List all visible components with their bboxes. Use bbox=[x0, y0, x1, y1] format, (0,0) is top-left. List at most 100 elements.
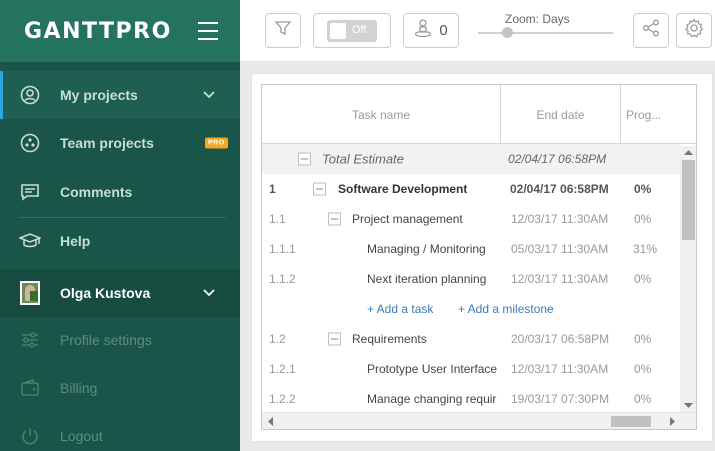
progress: 0% bbox=[634, 182, 652, 196]
add-task-link[interactable]: + Add a task bbox=[367, 302, 433, 316]
table-row[interactable]: 1 Software Development 02/04/17 06:58PM … bbox=[262, 174, 682, 204]
column-header-task-name[interactable]: Task name bbox=[262, 85, 501, 144]
wbs-number: 1.1.2 bbox=[269, 272, 296, 286]
task-name: Prototype User Interface bbox=[367, 362, 498, 376]
toggle-switch[interactable]: Off bbox=[313, 13, 391, 48]
wbs-number: 1.1.1 bbox=[269, 242, 296, 256]
sidebar-item-label: Team projects bbox=[60, 135, 154, 151]
sidebar-item-label: Comments bbox=[60, 184, 133, 200]
wbs-number: 1.1 bbox=[269, 212, 286, 226]
end-date: 12/03/17 11:30AM bbox=[511, 362, 609, 376]
table-row[interactable]: 1.1.1 Managing / Monitoring 05/03/17 11:… bbox=[262, 234, 682, 264]
end-date: 12/03/17 11:30AM bbox=[511, 272, 609, 286]
sidebar-item-user[interactable]: Olga Kustova bbox=[0, 269, 240, 317]
sidebar-item-billing[interactable]: Billing bbox=[0, 364, 240, 412]
sidebar-header: GANTTPRO bbox=[0, 0, 240, 62]
app-logo[interactable]: GANTTPRO bbox=[24, 19, 172, 44]
progress: 0% bbox=[634, 212, 652, 226]
horizontal-scroll-thumb[interactable] bbox=[611, 416, 651, 427]
progress: 0% bbox=[634, 362, 652, 376]
share-icon bbox=[642, 19, 660, 42]
sidebar-item-help[interactable]: Help bbox=[0, 217, 240, 265]
comment-icon bbox=[19, 181, 41, 203]
scroll-down-icon[interactable] bbox=[684, 403, 693, 409]
wbs-number: 1.2.1 bbox=[269, 362, 296, 376]
collapse-icon[interactable] bbox=[328, 212, 341, 226]
sidebar: GANTTPRO My projects Team projects PRO C… bbox=[0, 0, 240, 451]
wbs-number: 1.2 bbox=[269, 332, 286, 346]
toolbar: Off 0 Zoom: Days bbox=[240, 0, 715, 62]
task-name: Next iteration planning bbox=[367, 272, 487, 286]
progress: 0% bbox=[634, 392, 652, 406]
sidebar-item-label: Logout bbox=[60, 428, 103, 444]
power-icon bbox=[19, 425, 41, 447]
table-row[interactable]: 1.1.2 Next iteration planning 12/03/17 1… bbox=[262, 264, 682, 294]
scroll-right-icon[interactable] bbox=[670, 417, 676, 426]
task-name: Total Estimate bbox=[322, 151, 404, 167]
progress: 0% bbox=[634, 332, 652, 346]
people-count: 0 bbox=[439, 22, 448, 39]
toggle-label: Off bbox=[352, 23, 367, 36]
sidebar-item-label: Profile settings bbox=[60, 332, 152, 348]
gear-icon bbox=[684, 18, 704, 43]
zoom-slider-handle[interactable] bbox=[502, 27, 513, 38]
task-grid: Task name End date Prog... Total Estimat… bbox=[261, 84, 697, 430]
sidebar-item-logout[interactable]: Logout bbox=[0, 412, 240, 451]
chevron-down-icon[interactable] bbox=[203, 284, 215, 302]
progress: 31% bbox=[633, 242, 658, 256]
add-row: + Add a task + Add a milestone bbox=[262, 294, 682, 324]
pro-badge: PRO bbox=[205, 137, 228, 149]
toggle-track: Off bbox=[327, 19, 377, 42]
sidebar-item-my-projects[interactable]: My projects bbox=[0, 71, 240, 119]
task-name: Requirements bbox=[352, 332, 427, 346]
task-name: Manage changing requir bbox=[367, 392, 497, 406]
settings-button[interactable] bbox=[676, 13, 712, 48]
toggle-knob bbox=[330, 22, 346, 39]
table-row[interactable]: 1.2.1 Prototype User Interface 12/03/17 … bbox=[262, 354, 682, 384]
vertical-scroll-thumb[interactable] bbox=[682, 160, 695, 240]
end-date: 05/03/17 11:30AM bbox=[511, 242, 609, 256]
sidebar-item-label: My projects bbox=[60, 87, 138, 103]
user-circle-icon bbox=[19, 84, 41, 106]
grid-header: Task name End date Prog... bbox=[262, 85, 696, 144]
zoom-label: Zoom: Days bbox=[505, 12, 570, 26]
collapse-icon[interactable] bbox=[328, 332, 341, 346]
table-row[interactable]: 1.2 Requirements 20/03/17 06:58PM 0% bbox=[262, 324, 682, 354]
end-date: 02/04/17 06:58PM bbox=[508, 152, 607, 166]
column-header-progress[interactable]: Prog... bbox=[621, 85, 696, 144]
sidebar-item-label: Help bbox=[60, 233, 91, 249]
scroll-up-icon[interactable] bbox=[684, 149, 693, 155]
table-row[interactable]: 1.2.2 Manage changing requir 19/03/17 07… bbox=[262, 384, 682, 414]
filter-icon bbox=[274, 20, 292, 41]
graduation-cap-icon bbox=[19, 230, 41, 252]
collapse-icon[interactable] bbox=[313, 182, 326, 196]
sidebar-item-profile-settings[interactable]: Profile settings bbox=[0, 316, 240, 364]
chevron-down-icon[interactable] bbox=[203, 86, 215, 104]
end-date: 02/04/17 06:58PM bbox=[510, 182, 609, 196]
share-button[interactable] bbox=[633, 13, 669, 48]
user-name: Olga Kustova bbox=[60, 285, 151, 301]
filter-button[interactable] bbox=[265, 13, 301, 48]
end-date: 20/03/17 06:58PM bbox=[511, 332, 610, 346]
total-row[interactable]: Total Estimate 02/04/17 06:58PM bbox=[262, 144, 680, 174]
zoom-slider-track[interactable] bbox=[478, 32, 613, 34]
people-button[interactable]: 0 bbox=[403, 13, 459, 48]
vertical-scrollbar[interactable] bbox=[680, 146, 696, 416]
wallet-icon bbox=[19, 377, 41, 399]
column-header-end-date[interactable]: End date bbox=[501, 85, 621, 144]
collapse-icon[interactable] bbox=[298, 152, 311, 166]
person-icon bbox=[414, 18, 432, 43]
sliders-icon bbox=[19, 329, 41, 351]
sidebar-item-team-projects[interactable]: Team projects PRO bbox=[0, 119, 240, 167]
sidebar-item-comments[interactable]: Comments bbox=[0, 168, 240, 216]
add-milestone-link[interactable]: + Add a milestone bbox=[458, 302, 554, 316]
task-name: Software Development bbox=[338, 182, 468, 196]
table-row[interactable]: 1.1 Project management 12/03/17 11:30AM … bbox=[262, 204, 682, 234]
horizontal-scrollbar[interactable] bbox=[262, 412, 696, 429]
end-date: 12/03/17 11:30AM bbox=[511, 212, 609, 226]
active-indicator bbox=[0, 71, 3, 119]
end-date: 19/03/17 07:30PM bbox=[511, 392, 610, 406]
wbs-number: 1.2.2 bbox=[269, 392, 296, 406]
menu-icon[interactable] bbox=[198, 22, 218, 40]
scroll-left-icon[interactable] bbox=[267, 417, 273, 426]
